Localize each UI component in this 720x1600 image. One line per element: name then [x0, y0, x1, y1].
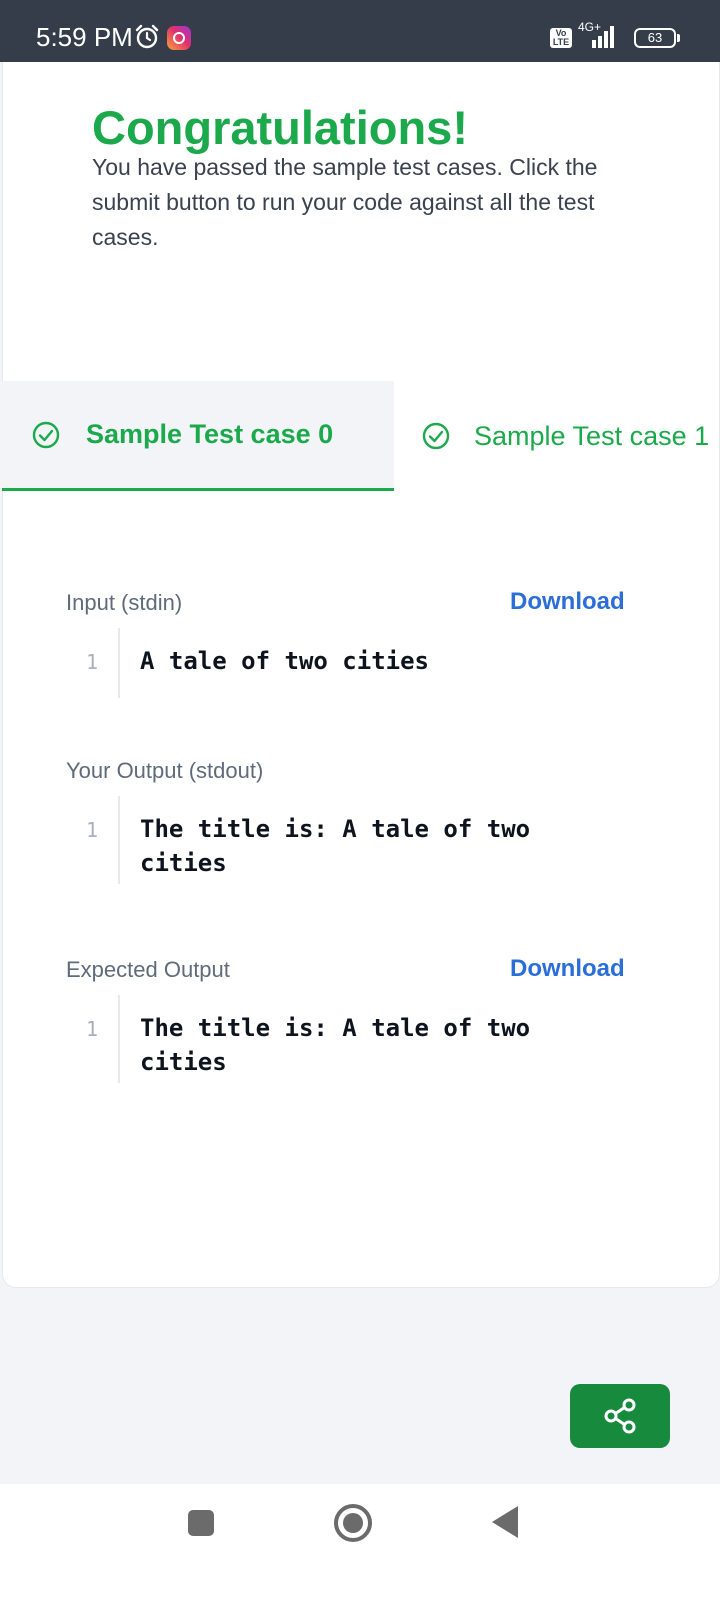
share-button[interactable] — [570, 1384, 670, 1448]
check-circle-icon — [32, 421, 60, 448]
tab-label: Sample Test case 0 — [86, 419, 334, 449]
line-number: 1 — [66, 796, 120, 884]
expected-output-code-block: 1 The title is: A tale of two cities — [66, 995, 626, 1083]
share-icon — [604, 1398, 636, 1434]
tab-sample-test-case-1[interactable]: Sample Test case 1 — [394, 381, 718, 491]
status-bar: 5:59 PM Vo LTE 4G+ 63 — [0, 0, 720, 62]
expected-output-label: Expected Output — [66, 957, 230, 982]
expected-output-download-link[interactable]: Download — [510, 955, 625, 983]
line-number: 1 — [66, 628, 120, 698]
check-circle-icon — [422, 422, 450, 450]
tab-label: Sample Test case 1 — [474, 420, 710, 451]
line-number: 1 — [66, 995, 120, 1083]
your-output-code: The title is: A tale of two cities — [140, 815, 545, 877]
input-download-link[interactable]: Download — [510, 588, 625, 616]
home-button[interactable] — [334, 1504, 372, 1542]
battery-icon: 63 — [634, 28, 680, 48]
your-output-label: Your Output (stdout) — [66, 758, 264, 783]
result-message: You have passed the sample test cases. C… — [92, 154, 598, 250]
input-code-block: 1 A tale of two cities — [66, 628, 626, 698]
signal-icon — [592, 26, 614, 48]
input-code: A tale of two cities — [140, 647, 429, 675]
input-label: Input (stdin) — [66, 590, 183, 615]
your-output-code-block: 1 The title is: A tale of two cities — [66, 796, 626, 884]
status-time: 5:59 PM — [36, 22, 133, 52]
alarm-icon — [135, 24, 159, 49]
volte-icon: Vo LTE — [550, 28, 572, 48]
instagram-icon — [167, 26, 191, 50]
result-headline: Congratulations! — [92, 101, 468, 154]
back-button[interactable] — [492, 1506, 518, 1538]
test-case-tabs: Sample Test case 0 Sample Test case 1 — [0, 381, 718, 491]
expected-output-code: The title is: A tale of two cities — [140, 1014, 545, 1076]
tab-sample-test-case-0[interactable]: Sample Test case 0 — [2, 381, 394, 491]
system-nav-bar — [0, 1484, 720, 1600]
recent-apps-button[interactable] — [188, 1510, 214, 1536]
